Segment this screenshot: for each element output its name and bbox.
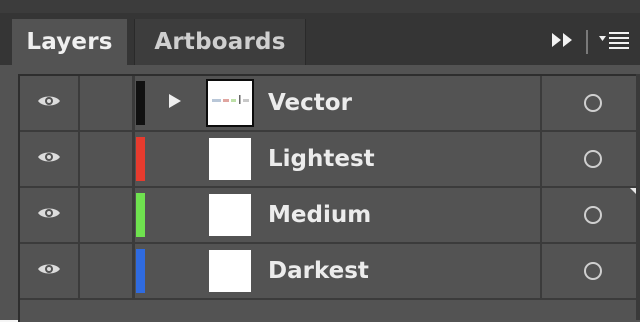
layer-row-lightest[interactable]: Lightest — [20, 132, 640, 188]
eye-icon — [37, 149, 61, 169]
target-toggle[interactable] — [540, 188, 640, 242]
layers-list: Vector Lightest Medium Darkest — [18, 74, 640, 322]
eye-icon — [37, 205, 61, 225]
tab-artboards[interactable]: Artboards — [134, 19, 306, 65]
target-toggle[interactable] — [540, 244, 640, 298]
eye-icon — [37, 93, 61, 113]
lock-toggle[interactable] — [80, 76, 134, 130]
layer-thumbnail — [209, 138, 251, 180]
tab-bar: Layers Artboards — [0, 13, 640, 65]
target-toggle[interactable] — [540, 76, 640, 130]
panel-top-strip — [0, 0, 640, 13]
triangle-right-icon — [168, 93, 182, 113]
panel-right-edge — [636, 74, 640, 320]
layer-color-swatch — [136, 137, 145, 181]
target-ring-icon — [584, 150, 602, 168]
controls-divider — [586, 30, 588, 54]
layer-thumbnail — [206, 79, 254, 127]
double-chevron-right-icon[interactable] — [550, 31, 576, 53]
visibility-toggle[interactable] — [20, 132, 80, 186]
expand-toggle[interactable] — [160, 76, 190, 130]
layer-row-darkest[interactable]: Darkest — [20, 244, 640, 300]
panel-menu-icon[interactable] — [598, 29, 630, 55]
layer-row-vector[interactable]: Vector — [20, 76, 640, 132]
layer-color-swatch — [136, 81, 145, 125]
layer-thumbnail — [209, 250, 251, 292]
colorbar-divider — [133, 188, 135, 242]
panel-controls — [534, 19, 640, 65]
target-ring-icon — [584, 262, 602, 280]
lock-toggle[interactable] — [80, 244, 134, 298]
layer-color-swatch — [136, 193, 145, 237]
lock-toggle[interactable] — [80, 188, 134, 242]
tab-layers-label: Layers — [26, 29, 113, 55]
target-ring-icon — [584, 206, 602, 224]
layer-name[interactable]: Lightest — [268, 132, 375, 186]
visibility-toggle[interactable] — [20, 76, 80, 130]
tab-layers[interactable]: Layers — [12, 19, 127, 65]
visibility-toggle[interactable] — [20, 244, 80, 298]
colorbar-divider — [133, 132, 135, 186]
visibility-toggle[interactable] — [20, 188, 80, 242]
colorbar-divider — [133, 76, 135, 130]
layer-thumbnail — [209, 194, 251, 236]
layers-panel: Layers Artboards Vector Lightest Medium … — [0, 0, 640, 322]
layer-name[interactable]: Darkest — [268, 244, 369, 298]
lock-toggle[interactable] — [80, 132, 134, 186]
target-ring-icon — [584, 94, 602, 112]
colorbar-divider — [133, 244, 135, 298]
tab-artboards-label: Artboards — [154, 29, 286, 55]
vector-thumbnail-art — [212, 95, 249, 104]
eye-icon — [37, 261, 61, 281]
layer-name[interactable]: Medium — [268, 188, 371, 242]
layer-name[interactable]: Vector — [268, 76, 352, 130]
target-toggle[interactable] — [540, 132, 640, 186]
layer-row-medium[interactable]: Medium — [20, 188, 640, 244]
layer-color-swatch — [136, 249, 145, 293]
